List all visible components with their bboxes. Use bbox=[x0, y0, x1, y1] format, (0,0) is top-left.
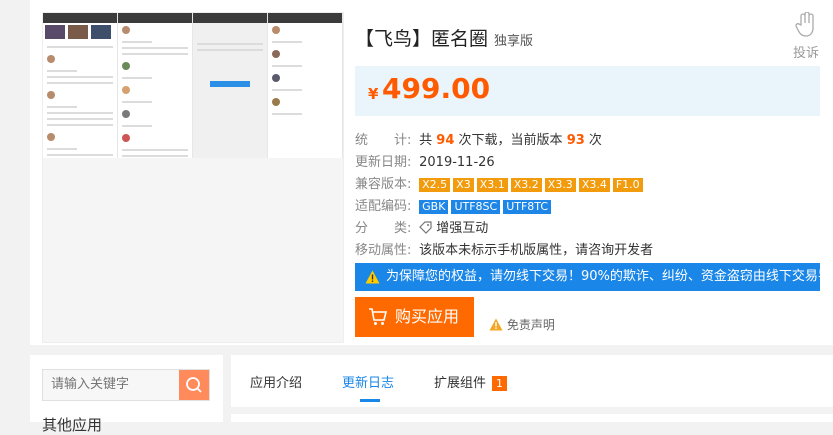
tab-extensions[interactable]: 扩展组件 1 bbox=[434, 372, 508, 391]
sidebar-title: 其他应用 bbox=[42, 416, 103, 434]
compat-tag: X3.2 bbox=[510, 178, 542, 192]
updated-date: 2019-11-26 bbox=[419, 155, 495, 170]
version-download-count: 93 bbox=[566, 133, 585, 148]
screenshot-phone-4 bbox=[268, 13, 343, 158]
updated-label: 更新日期: bbox=[355, 155, 412, 170]
report-button[interactable]: 投诉 bbox=[786, 12, 826, 61]
product-title: 【飞鸟】匿名圈 独享版 bbox=[355, 24, 533, 51]
download-count: 94 bbox=[436, 133, 455, 148]
search-icon bbox=[186, 377, 202, 393]
tab-label: 应用介绍 bbox=[250, 376, 303, 391]
stats-label: 统 计: bbox=[355, 133, 412, 148]
tag-icon bbox=[419, 221, 432, 234]
updated-row: 更新日期: 2019-11-26 bbox=[355, 153, 495, 173]
compat-tag: X2.5 bbox=[419, 178, 451, 192]
sidebar: 其他应用 bbox=[30, 355, 223, 434]
tab-changelog[interactable]: 更新日志 bbox=[342, 372, 395, 402]
encoding-tag: UTF8TC bbox=[503, 200, 552, 214]
encoding-tag: UTF8SC bbox=[451, 200, 501, 214]
stats-suffix: 次 bbox=[588, 133, 602, 148]
category-row: 分 类: 增强互动 bbox=[355, 219, 488, 239]
category-link[interactable]: 增强互动 bbox=[436, 221, 488, 236]
hand-icon bbox=[795, 12, 814, 37]
disclaimer-label: 免责声明 bbox=[506, 318, 555, 332]
compat-tag: X3.4 bbox=[578, 178, 610, 192]
category-label: 分 类: bbox=[355, 221, 412, 236]
warning-banner: 为保障您的权益，请勿线下交易！90%的欺诈、纠纷、资金盗窃由线下交易导致 bbox=[355, 263, 820, 291]
tab-bar: 应用介绍 更新日志 扩展组件 1 bbox=[231, 355, 833, 407]
buy-button[interactable]: 购买应用 bbox=[355, 297, 474, 337]
tab-label: 更新日志 bbox=[342, 376, 395, 391]
buy-label: 购买应用 bbox=[395, 307, 460, 326]
encoding-row: 适配编码: GBK UTF8SC UTF8TC bbox=[355, 197, 554, 217]
mobile-row: 移动属性: 该版本未标示手机版属性，请咨询开发者 bbox=[355, 241, 653, 261]
search-input[interactable] bbox=[43, 370, 189, 398]
active-tab-indicator bbox=[360, 399, 380, 402]
encoding-tag: GBK bbox=[419, 200, 449, 214]
product-screenshot[interactable] bbox=[42, 12, 344, 343]
disclaimer-link[interactable]: 免责声明 bbox=[489, 316, 555, 333]
warning-icon bbox=[365, 270, 380, 283]
compat-tag: X3.3 bbox=[544, 178, 576, 192]
screenshot-phone-3 bbox=[193, 13, 268, 158]
compat-label: 兼容版本: bbox=[355, 177, 412, 192]
mobile-value: 该版本未标示手机版属性，请咨询开发者 bbox=[419, 243, 654, 258]
price-value: 499.00 bbox=[382, 72, 491, 105]
search-box bbox=[42, 369, 210, 401]
report-label: 投诉 bbox=[792, 46, 819, 61]
tab-label: 扩展组件 bbox=[434, 376, 487, 391]
edition-label: 独享版 bbox=[494, 34, 534, 49]
warning-text: 为保障您的权益，请勿线下交易！90%的欺诈、纠纷、资金盗窃由线下交易导致 bbox=[386, 269, 820, 284]
encoding-label: 适配编码: bbox=[355, 199, 412, 214]
stats-row: 统 计: 共 94 次下载，当前版本 93 次 bbox=[355, 131, 602, 151]
extension-count-badge: 1 bbox=[492, 376, 508, 391]
compat-row: 兼容版本: X2.5 X3 X3.1 X3.2 X3.3 X3.4 F1.0 bbox=[355, 175, 646, 195]
compat-tag: X3 bbox=[453, 178, 474, 192]
screenshot-phone-2 bbox=[118, 13, 193, 158]
compat-tag: F1.0 bbox=[612, 178, 643, 192]
tab-intro[interactable]: 应用介绍 bbox=[250, 372, 302, 391]
tab-content bbox=[231, 414, 833, 422]
compat-tag: X3.1 bbox=[476, 178, 508, 192]
product-name: 【飞鸟】匿名圈 bbox=[355, 28, 489, 50]
warning-icon bbox=[489, 318, 503, 331]
screenshot-phone-1 bbox=[43, 13, 118, 158]
mobile-label: 移动属性: bbox=[355, 243, 412, 258]
currency-symbol: ¥ bbox=[368, 85, 379, 103]
price-box: ¥ 499.00 bbox=[355, 66, 820, 116]
cart-icon bbox=[369, 308, 388, 325]
stats-prefix: 共 bbox=[419, 133, 433, 148]
search-button[interactable] bbox=[179, 370, 209, 400]
stats-mid: 次下载，当前版本 bbox=[458, 133, 563, 148]
